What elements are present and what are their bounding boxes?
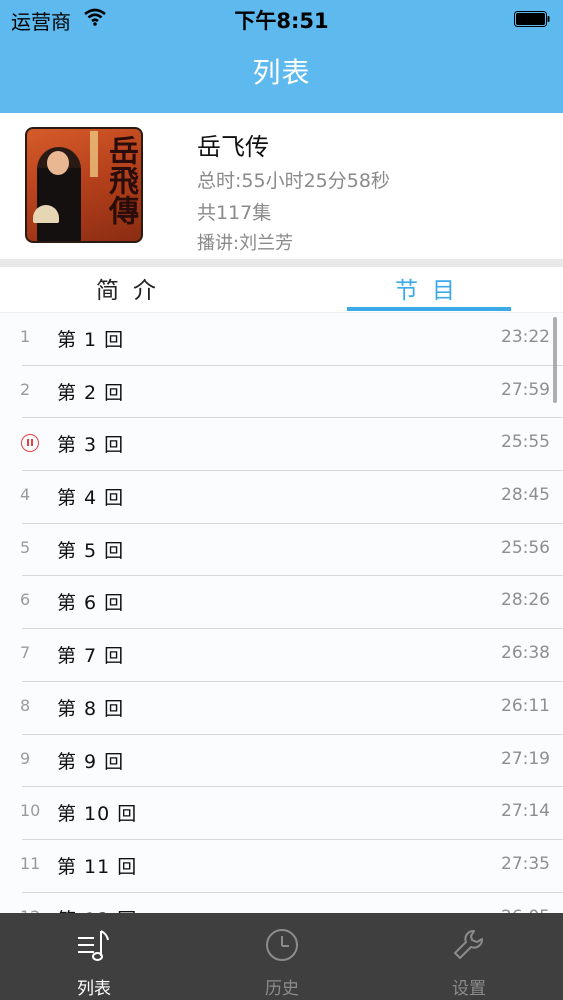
episode-list[interactable]: 1 第 1 回 23:22 2 第 2 回 27:59 第 3 回 25:55 4 第 4 回 28… [0,313,563,913]
scrollbar[interactable] [553,317,557,403]
episode-title: 第 2 回 [57,381,125,404]
episode-number: 11 [20,853,41,873]
episode-row[interactable]: 5 第 5 回 25:56 [0,523,563,577]
tabbar-label: 历史 [265,979,299,999]
clock-icon [266,929,298,961]
episode-duration: 27:14 [501,801,550,822]
episode-row[interactable]: 8 第 8 回 26:11 [0,681,563,735]
cover-face [47,151,69,175]
book-header: 岳飛傳 岳飞传 总时:55小时25分58秒 共117集 播讲:刘兰芳 [0,113,563,259]
status-time: 下午8:51 [234,9,329,33]
book-episode-count: 共117集 [197,202,272,224]
episode-number: 6 [20,590,31,610]
episode-number: 4 [20,485,31,505]
episode-duration: 27:19 [501,748,550,769]
book-duration: 总时:55小时25分58秒 [197,170,390,192]
book-cover: 岳飛傳 [25,127,143,243]
episode-duration: 26:11 [501,695,550,716]
episode-number: 9 [20,748,31,768]
episode-duration: 25:56 [501,537,550,558]
episode-row[interactable]: 7 第 7 回 26:38 [0,629,563,682]
section-divider [0,259,563,267]
tabbar-item-history[interactable]: 历史 [188,913,376,1000]
episode-title: 第 5 回 [57,539,125,562]
episode-title: 第 1 回 [57,329,125,351]
episode-row[interactable]: 10 第 10 回 27:14 [0,787,563,840]
episode-duration: 26:38 [501,643,550,664]
episode-number: 10 [20,801,41,821]
episode-duration: 23:22 [501,327,550,347]
episode-title: 第 8 回 [57,697,125,720]
episode-title: 第 12 回 [57,905,137,913]
status-bar: 运营商 下午8:51 [0,0,563,40]
navigation-bar: 列表 [0,40,563,113]
episode-row[interactable]: 11 第 11 回 27:35 [0,839,563,893]
book-narrator: 播讲:刘兰芳 [197,233,294,254]
episode-title: 第 11 回 [57,855,138,878]
episode-title: 第 9 回 [57,750,125,773]
episode-title: 第 7 回 [57,645,125,668]
tab-intro[interactable]: 简介 [96,271,170,305]
episode-duration: 28:26 [501,590,550,611]
pause-icon[interactable] [21,434,39,453]
episode-row[interactable]: 4 第 4 回 28:45 [0,471,563,524]
episode-title: 第 6 回 [57,592,125,615]
episode-row[interactable]: 2 第 2 回 27:59 [0,365,563,419]
episode-row[interactable]: 12第 12 回26:05 [0,892,563,913]
episode-duration: 27:59 [501,379,550,400]
episode-duration: 25:55 [501,432,550,453]
tab-programs[interactable]: 节目 [395,271,469,305]
tabbar-item-list[interactable]: 列表 [0,913,188,1000]
battery-icon [514,11,550,27]
episode-row[interactable]: 第 3 回 25:55 [0,418,563,472]
episode-row[interactable]: 1 第 1 回 23:22 [0,313,563,366]
episode-title: 第 3 回 [57,434,125,457]
book-title: 岳飞传 [197,133,269,161]
episode-title: 第 4 回 [57,487,125,510]
tab-bar: 列表 历史 设置 [0,913,563,1000]
episode-number: 2 [20,379,31,399]
episode-number: 7 [20,643,31,663]
tabbar-label: 设置 [452,979,486,999]
episode-number: 8 [20,695,31,715]
cover-title: 岳飛傳 [103,135,138,225]
episode-title: 第 10 回 [57,803,138,826]
tabbar-item-settings[interactable]: 设置 [375,913,563,1000]
episode-number: 5 [20,537,31,557]
tabbar-label: 列表 [77,979,111,999]
wrench-icon [454,930,483,959]
page-title: 列表 [252,56,311,89]
tab-selected-indicator [347,307,511,311]
segment-tabs: 简介 节目 [0,267,563,313]
episode-duration: 28:45 [501,485,550,506]
music-list-icon [78,930,109,961]
episode-row[interactable]: 9 第 9 回 27:19 [0,734,563,788]
episode-number: 1 [20,327,31,346]
episode-row[interactable]: 6 第 6 回 28:26 [0,576,563,630]
episode-duration: 27:35 [501,853,550,874]
